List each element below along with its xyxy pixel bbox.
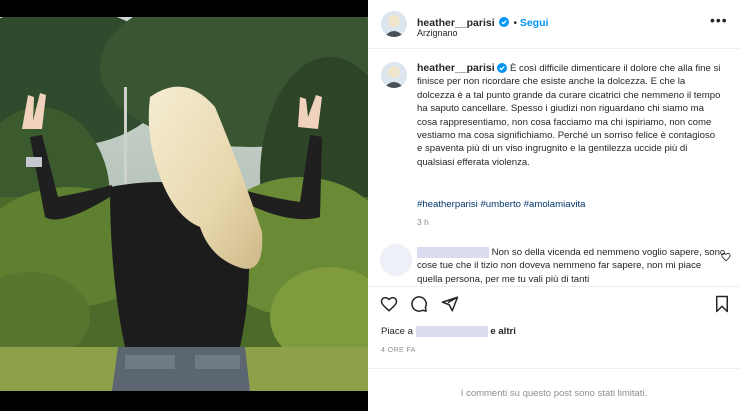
caption-username[interactable]: heather__parisi bbox=[417, 62, 495, 74]
redacted-username bbox=[417, 246, 489, 258]
avatar-image bbox=[381, 11, 407, 37]
verified-badge-icon bbox=[497, 63, 508, 74]
post-header: heather__parisi • Segui Arzignano ••• bbox=[368, 0, 740, 49]
comment-avatar[interactable] bbox=[380, 244, 412, 276]
post-date: 4 ORE FA bbox=[381, 347, 416, 354]
comment-icon[interactable] bbox=[410, 295, 428, 313]
caption-avatar[interactable] bbox=[381, 62, 407, 88]
hashtags[interactable]: #heatherparisi #umberto #amolamiavita bbox=[417, 199, 586, 210]
comment-item: Non so della vicenda ed nemmeno voglio s… bbox=[380, 244, 725, 284]
avatar-image bbox=[381, 62, 407, 88]
likes-prefix: Piace a bbox=[381, 326, 413, 338]
post-side-panel: heather__parisi • Segui Arzignano ••• he… bbox=[368, 0, 740, 411]
action-bar bbox=[368, 286, 740, 323]
comment-like-icon[interactable] bbox=[721, 252, 731, 262]
follow-button[interactable]: Segui bbox=[520, 17, 549, 29]
caption: heather__parisi È così difficile dimenti… bbox=[417, 62, 722, 169]
share-icon[interactable] bbox=[441, 295, 459, 313]
likes-suffix[interactable]: e altri bbox=[490, 326, 516, 337]
caption-text: È così difficile dimenticare il dolore c… bbox=[417, 63, 721, 168]
more-options-icon[interactable]: ••• bbox=[710, 12, 728, 28]
like-icon[interactable] bbox=[380, 295, 398, 313]
post-image bbox=[0, 17, 368, 391]
redacted-liker bbox=[415, 326, 488, 337]
avatar[interactable] bbox=[381, 11, 407, 37]
post-photo[interactable] bbox=[0, 0, 368, 411]
verified-badge-icon bbox=[499, 16, 510, 27]
comments-limited-notice: I commenti su questo post sono stati lim… bbox=[368, 368, 740, 411]
likes-summary[interactable]: Piace a e altri bbox=[381, 326, 516, 337]
caption-time: 3 h bbox=[417, 217, 429, 227]
save-icon[interactable] bbox=[714, 295, 730, 313]
location-link[interactable]: Arzignano bbox=[417, 28, 458, 38]
